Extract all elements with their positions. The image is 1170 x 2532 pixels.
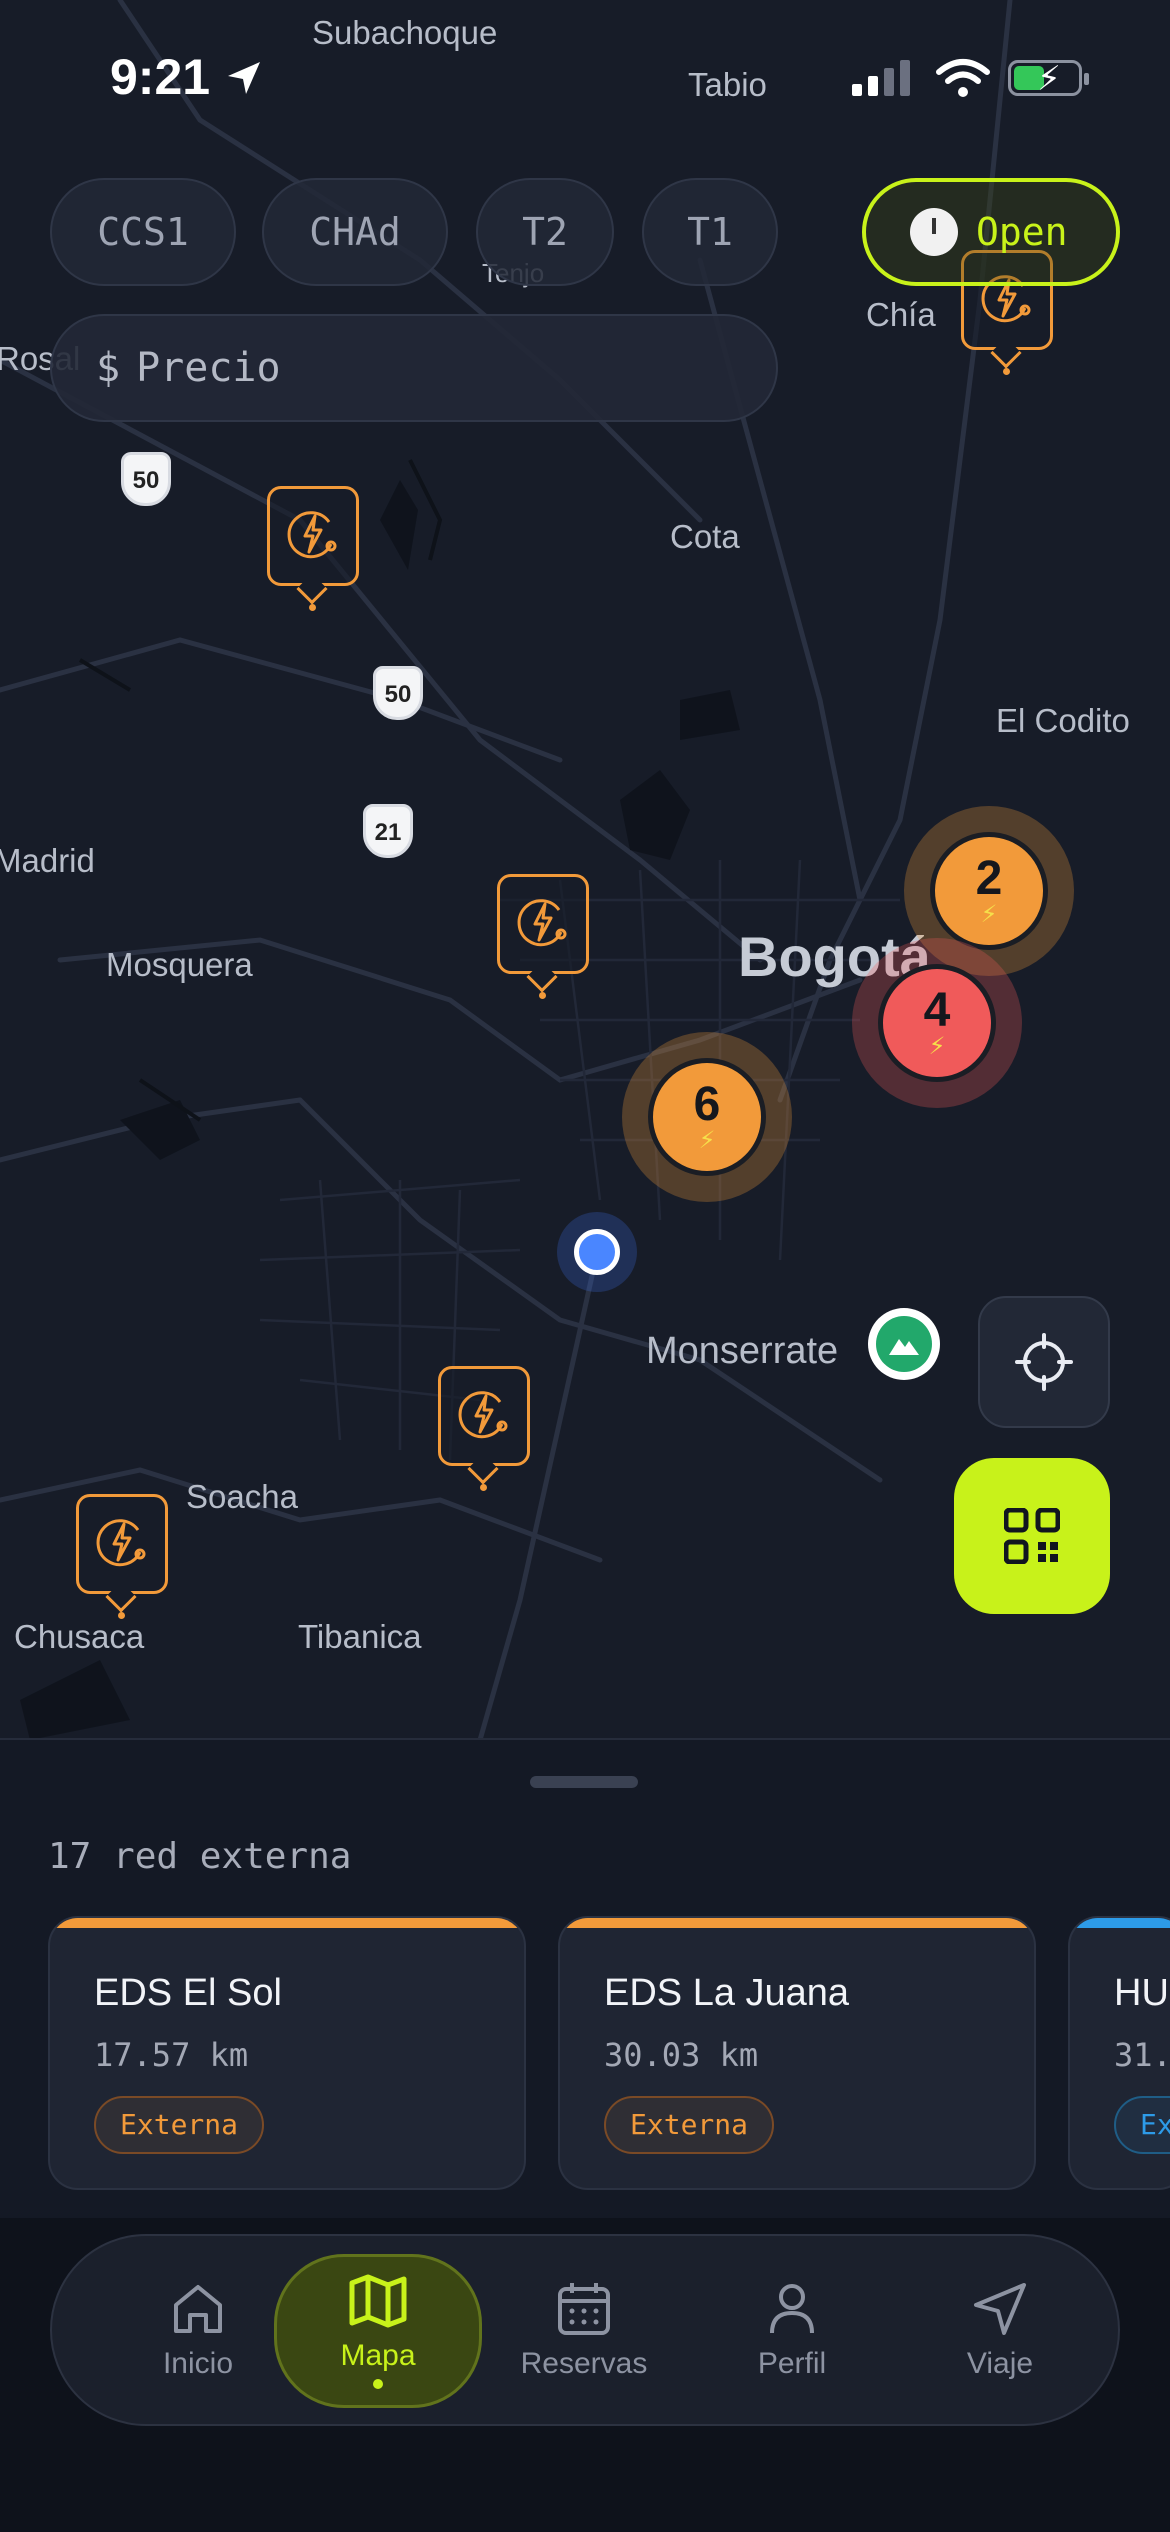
- sheet-drag-handle[interactable]: [530, 1776, 638, 1788]
- station-type-badge: Externa: [94, 2096, 265, 2154]
- send-icon: [974, 2283, 1026, 2335]
- landmark-mountain-icon[interactable]: [868, 1308, 940, 1380]
- calendar-icon: [558, 2283, 610, 2335]
- place-label: Tibanica: [298, 1618, 422, 1655]
- charger-icon: [96, 1519, 146, 1567]
- station-type-badge: Ex: [1114, 2096, 1170, 2154]
- wifi-icon: [936, 59, 990, 97]
- station-card[interactable]: EDS El Sol 17.57 km Externa: [48, 1916, 526, 2190]
- clock-icon: [910, 208, 958, 256]
- charger-icon: [517, 899, 567, 947]
- station-pin[interactable]: [497, 874, 589, 999]
- route-shield: 50: [373, 666, 423, 720]
- station-name: EDS El Sol: [94, 1972, 282, 2014]
- station-cluster[interactable]: 6 ⚡: [622, 1032, 792, 1202]
- cluster-count: 4: [923, 984, 951, 1037]
- station-type-badge: Externa: [604, 2096, 775, 2154]
- stations-bottom-sheet[interactable]: 17 red externa EDS El Sol 17.57 km Exter…: [0, 1738, 1170, 2218]
- place-label: Cota: [670, 518, 740, 555]
- tab-inicio[interactable]: Inicio: [94, 2254, 302, 2408]
- station-pin[interactable]: [76, 1494, 168, 1619]
- status-time: 9:21: [110, 49, 211, 105]
- place-label: Monserrate: [646, 1330, 839, 1372]
- home-icon: [174, 2285, 222, 2333]
- cluster-count: 2: [975, 852, 1003, 905]
- route-shield: 50: [121, 452, 171, 506]
- tab-bar: Inicio Mapa Reservas Perfil Viaje: [50, 2234, 1120, 2426]
- tab-label: Mapa: [340, 2339, 416, 2372]
- station-name: HU: [1114, 1972, 1169, 2014]
- crosshair-icon: [1015, 1333, 1073, 1391]
- recenter-location-button[interactable]: [978, 1296, 1110, 1428]
- open-now-toggle[interactable]: Open: [862, 178, 1120, 286]
- charger-icon: [287, 511, 337, 559]
- bolt-icon: ⚡: [928, 1033, 946, 1060]
- route-shield: 21: [363, 804, 413, 858]
- station-pin[interactable]: [438, 1366, 530, 1491]
- qr-scan-button[interactable]: [954, 1458, 1110, 1614]
- signal-icon: [852, 60, 910, 96]
- tab-perfil[interactable]: Perfil: [688, 2254, 896, 2408]
- status-bar: 9:21 ⚡: [0, 0, 1170, 150]
- battery-icon: ⚡: [1008, 60, 1089, 98]
- map-icon: [349, 2274, 407, 2328]
- charger-icon: [458, 1391, 508, 1439]
- place-label: Mosquera: [106, 946, 253, 983]
- filter-chip-ccs1[interactable]: CCS1: [50, 178, 236, 286]
- station-name: EDS La Juana: [604, 1972, 850, 2014]
- place-label: El Codito: [996, 702, 1130, 739]
- place-label: Soacha: [186, 1478, 298, 1515]
- person-icon: [770, 2284, 814, 2334]
- bolt-icon: ⚡: [698, 1127, 716, 1154]
- tab-bar-area: Inicio Mapa Reservas Perfil Viaje: [0, 2218, 1170, 2532]
- tab-mapa[interactable]: Mapa: [274, 2254, 482, 2408]
- tab-reservas[interactable]: Reservas: [480, 2254, 688, 2408]
- station-pin[interactable]: [267, 486, 359, 611]
- dollar-icon: $: [96, 345, 121, 391]
- sheet-title: 17 red externa: [48, 1836, 352, 1877]
- price-placeholder: Precio: [136, 345, 281, 391]
- tab-label: Reservas: [520, 2347, 648, 2380]
- station-card[interactable]: EDS La Juana 30.03 km Externa: [558, 1916, 1036, 2190]
- place-label: Chía: [866, 296, 936, 333]
- tab-label: Perfil: [757, 2347, 827, 2380]
- filter-chip-chademo[interactable]: CHAd: [262, 178, 448, 286]
- location-arrow-icon: [228, 62, 260, 94]
- active-indicator: [373, 2379, 383, 2389]
- cluster-count: 6: [693, 1078, 721, 1131]
- user-location-dot: [557, 1212, 637, 1292]
- station-distance: 30.03 km: [604, 2036, 759, 2074]
- bolt-icon: ⚡: [980, 901, 998, 928]
- tab-label: Inicio: [162, 2347, 234, 2380]
- place-label: Madrid: [0, 842, 95, 879]
- filter-chip-t2[interactable]: T2: [476, 178, 614, 286]
- open-label: Open: [976, 210, 1068, 254]
- station-cluster[interactable]: 4 ⚡: [852, 938, 1022, 1108]
- tab-label: Viaje: [966, 2347, 1034, 2380]
- place-label: Chusaca: [14, 1618, 145, 1655]
- qr-code-icon: [1004, 1508, 1060, 1564]
- tab-viaje[interactable]: Viaje: [896, 2254, 1104, 2408]
- filter-chip-t1[interactable]: T1: [642, 178, 778, 286]
- price-filter-input[interactable]: $ Precio: [50, 314, 778, 422]
- station-distance: 17.57 km: [94, 2036, 249, 2074]
- station-distance: 31.: [1114, 2036, 1170, 2074]
- station-card[interactable]: HU 31. Ex: [1068, 1916, 1170, 2190]
